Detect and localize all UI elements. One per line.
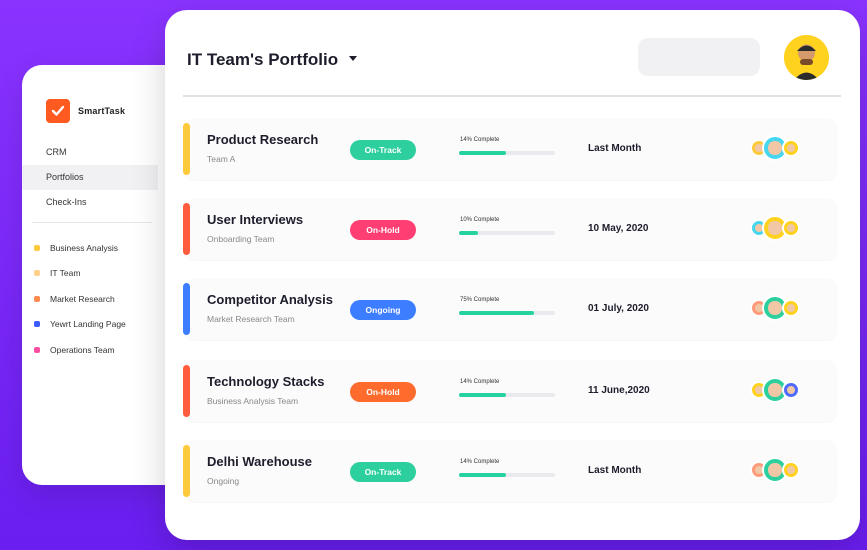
brand-name: SmartTask — [78, 106, 126, 116]
team-color-dot — [34, 244, 40, 251]
sidebar-item-label: CRM — [46, 147, 67, 157]
progress-fill — [459, 393, 506, 397]
avatar-face — [768, 141, 782, 155]
avatar-face — [768, 383, 782, 397]
progress-label: 14% Complete — [460, 379, 500, 385]
assignee-avatars[interactable] — [750, 214, 800, 242]
progress-fill — [459, 473, 506, 477]
sidebar-item-portfolios[interactable]: Portfolios — [22, 165, 158, 190]
team-label: Operations Team — [50, 344, 115, 355]
status-badge: Ongoing — [350, 300, 416, 320]
team-item-business-analysis[interactable]: Business Analysis — [22, 235, 126, 261]
status-badge: On-Track — [350, 462, 416, 482]
project-title: Delhi Warehouse — [207, 454, 312, 469]
avatar[interactable] — [784, 35, 829, 80]
avatar-face — [786, 303, 796, 313]
team-color-dot — [34, 270, 40, 277]
brand[interactable]: SmartTask — [46, 99, 125, 123]
page-title[interactable]: IT Team's Portfolio — [187, 50, 338, 70]
avatar-face — [786, 465, 796, 475]
project-accent-bar — [183, 365, 190, 417]
project-title: Product Research — [207, 132, 319, 147]
team-label: IT Team — [50, 268, 81, 279]
project-accent-bar — [183, 203, 190, 255]
project-title: Technology Stacks — [207, 374, 325, 389]
project-team: Market Research Team — [207, 314, 295, 324]
project-accent-bar — [183, 445, 190, 497]
progress-label: 14% Complete — [460, 459, 500, 465]
progress-fill — [459, 311, 534, 315]
due-date: Last Month — [588, 465, 642, 476]
portfolio-panel: IT Team's Portfolio Product Research Tea… — [165, 10, 860, 540]
team-color-dot — [34, 321, 40, 328]
project-row-competitor-analysis[interactable]: Competitor Analysis Market Research Team… — [183, 278, 838, 340]
project-team: Ongoing — [207, 476, 240, 486]
status-badge: On-Hold — [350, 382, 416, 402]
avatar-face — [768, 221, 782, 235]
progress-bar — [459, 151, 555, 155]
project-accent-bar — [183, 123, 190, 175]
avatar[interactable] — [782, 381, 800, 399]
progress-bar — [459, 231, 555, 235]
avatar-face — [786, 223, 796, 233]
team-item-market-research[interactable]: Market Research — [22, 286, 126, 312]
assignee-avatars[interactable] — [750, 294, 800, 322]
progress-label: 14% Complete — [460, 137, 500, 143]
project-team: Team A — [207, 154, 236, 164]
team-label: Yewrt Landing Page — [50, 319, 126, 330]
smarttask-logo-icon — [46, 99, 70, 123]
team-color-dot — [34, 346, 40, 353]
avatar[interactable] — [782, 461, 800, 479]
team-color-dot — [34, 295, 40, 302]
header-divider — [183, 95, 841, 97]
due-date: 10 May, 2020 — [588, 223, 649, 234]
project-title: User Interviews — [207, 212, 304, 227]
project-team: Onboarding Team — [207, 234, 275, 244]
team-item-yewrt-landing-page[interactable]: Yewrt Landing Page — [22, 312, 126, 338]
avatar[interactable] — [782, 139, 800, 157]
sidebar-item-label: Portfolios — [46, 172, 84, 182]
project-accent-bar — [183, 283, 190, 335]
avatar-face — [786, 143, 796, 153]
project-title: Competitor Analysis — [207, 292, 333, 307]
due-date: 11 June,2020 — [588, 385, 650, 396]
sidebar-divider — [32, 222, 152, 223]
status-badge: On-Hold — [350, 220, 416, 240]
progress-fill — [459, 151, 506, 155]
assignee-avatars[interactable] — [750, 376, 800, 404]
avatar[interactable] — [782, 219, 800, 237]
progress-fill — [459, 231, 478, 235]
team-item-operations-team[interactable]: Operations Team — [22, 337, 126, 363]
avatar-face — [786, 385, 796, 395]
team-label: Business Analysis — [50, 242, 119, 253]
sidebar-item-label: Check-Ins — [46, 197, 87, 207]
search-input[interactable] — [638, 38, 760, 76]
avatar-face — [768, 463, 782, 477]
team-item-it-team[interactable]: IT Team — [22, 261, 126, 287]
avatar[interactable] — [782, 299, 800, 317]
progress-bar — [459, 311, 555, 315]
assignee-avatars[interactable] — [750, 134, 800, 162]
project-row-technology-stacks[interactable]: Technology Stacks Business Analysis Team… — [183, 360, 838, 422]
status-badge: On-Track — [350, 140, 416, 160]
project-row-user-interviews[interactable]: User Interviews Onboarding Team On-Hold … — [183, 198, 838, 260]
project-row-delhi-warehouse[interactable]: Delhi Warehouse Ongoing On-Track 14% Com… — [183, 440, 838, 502]
due-date: 01 July, 2020 — [588, 303, 649, 314]
project-row-product-research[interactable]: Product Research Team A On-Track 14% Com… — [183, 118, 838, 180]
progress-label: 10% Complete — [460, 217, 500, 223]
progress-bar — [459, 473, 555, 477]
project-team: Business Analysis Team — [207, 396, 299, 406]
assignee-avatars[interactable] — [750, 456, 800, 484]
team-list: Business Analysis IT Team Market Researc… — [22, 235, 126, 363]
team-label: Market Research — [50, 293, 115, 304]
progress-label: 75% Complete — [460, 297, 500, 303]
avatar-face — [768, 301, 782, 315]
chevron-down-icon[interactable] — [349, 56, 357, 61]
due-date: Last Month — [588, 143, 642, 154]
progress-bar — [459, 393, 555, 397]
